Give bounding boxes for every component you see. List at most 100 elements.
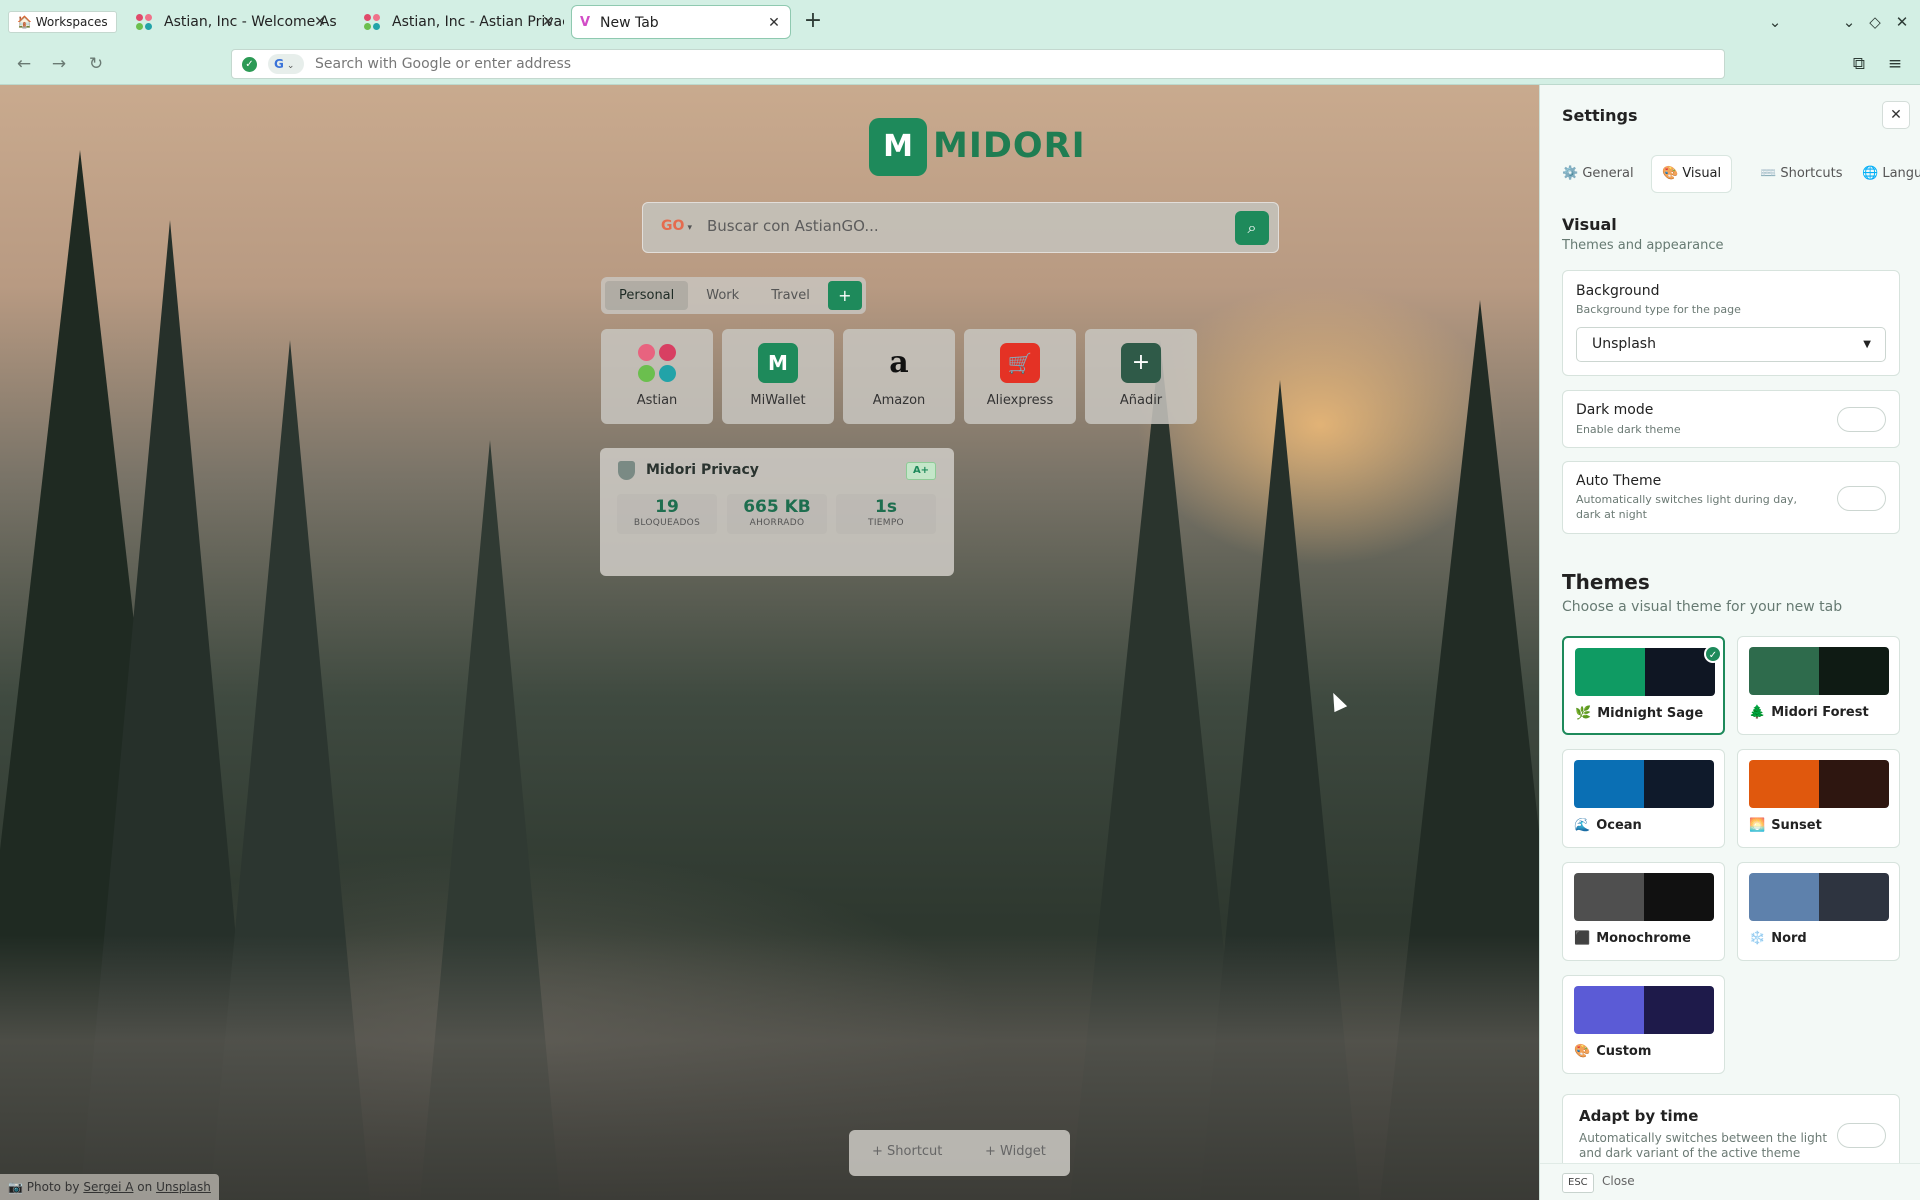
- shield-icon[interactable]: ✓: [242, 57, 257, 72]
- auto-theme-toggle[interactable]: [1837, 486, 1886, 511]
- menu-icon[interactable]: ≡: [1883, 52, 1907, 76]
- tab-personal[interactable]: Personal: [605, 281, 689, 310]
- search-box[interactable]: GO ▾ Buscar con AstianGO... ⌕: [642, 202, 1279, 253]
- add-widget-link[interactable]: + Widget: [985, 1144, 1046, 1159]
- address-bar[interactable]: ✓ G ⌄ Search with Google or enter address: [231, 49, 1725, 79]
- tab-privacy[interactable]: Astian, Inc - Astian Privacy ✕: [344, 5, 564, 39]
- theme-label: Ocean: [1596, 818, 1642, 833]
- theme-label: Sunset: [1771, 818, 1822, 833]
- tab-general[interactable]: ⚙️ General: [1552, 156, 1644, 192]
- stat-blocked: 19 BLOQUEADOS: [617, 494, 717, 534]
- adapt-by-time-setting: Adapt by time Automatically switches bet…: [1562, 1094, 1900, 1174]
- stat-label: AHORRADO: [749, 518, 805, 528]
- swatch-color: [1644, 873, 1714, 921]
- tab-title: New Tab: [600, 15, 659, 31]
- tab-label: Shortcuts: [1780, 166, 1843, 181]
- add-workspace-button[interactable]: +: [827, 281, 862, 310]
- tab-visual[interactable]: 🎨 Visual: [1652, 156, 1732, 192]
- theme-emoji-icon: ❄️: [1749, 931, 1766, 946]
- new-tab-button[interactable]: +: [803, 8, 823, 34]
- minimize-icon[interactable]: ⌄: [1839, 10, 1859, 34]
- close-settings-button[interactable]: ✕: [1882, 101, 1910, 129]
- shortcut-aliexpress[interactable]: 🛒 Aliexpress: [964, 329, 1076, 424]
- tab-title: Astian, Inc - Astian Privacy: [392, 14, 564, 30]
- back-arrow-icon[interactable]: ←: [12, 52, 36, 76]
- search-engine-selector[interactable]: G ⌄: [268, 54, 304, 74]
- search-input[interactable]: Buscar con AstianGO...: [707, 217, 879, 235]
- tab-new-tab[interactable]: V New Tab ✕: [571, 5, 791, 39]
- theme-label: Midori Forest: [1771, 705, 1869, 720]
- tab-work[interactable]: Work: [692, 281, 753, 310]
- theme-name: 🌿 Midnight Sage: [1575, 706, 1703, 721]
- forward-arrow-icon[interactable]: →: [47, 52, 71, 76]
- theme-name: 🎨 Custom: [1574, 1044, 1651, 1059]
- theme-card-ocean[interactable]: 🌊 Ocean: [1562, 749, 1725, 848]
- swatch-color: [1574, 986, 1644, 1034]
- theme-name: 🌅 Sunset: [1749, 818, 1822, 833]
- setting-title: Auto Theme: [1576, 473, 1662, 489]
- theme-card-sunset[interactable]: 🌅 Sunset: [1737, 749, 1900, 848]
- background-select[interactable]: Unsplash ▼: [1576, 327, 1886, 362]
- privacy-grade-badge: A+: [906, 462, 936, 480]
- setting-desc: Enable dark theme: [1576, 423, 1681, 436]
- dark-mode-setting: Dark mode Enable dark theme: [1562, 390, 1900, 448]
- tab-welcome[interactable]: Astian, Inc - Welcome Astian ✕: [116, 5, 336, 39]
- swatch-color: [1819, 647, 1889, 695]
- tab-language[interactable]: 🌐 Langua: [1852, 156, 1920, 192]
- swatch-color: [1574, 760, 1644, 808]
- auto-theme-setting: Auto Theme Automatically switches light …: [1562, 461, 1900, 534]
- shortcut-label: MiWallet: [750, 393, 806, 408]
- palette-icon: 🎨: [1662, 166, 1679, 181]
- theme-swatch: [1749, 873, 1889, 921]
- add-shortcut-button[interactable]: + Añadir: [1085, 329, 1197, 424]
- shortcut-astian[interactable]: Astian: [601, 329, 713, 424]
- section-subtitle: Themes and appearance: [1562, 238, 1724, 253]
- shopping-cart-icon: 🛒: [1000, 343, 1040, 383]
- extensions-icon[interactable]: ⧉: [1847, 52, 1871, 76]
- shortcut-label: Amazon: [872, 393, 926, 408]
- theme-card-monochrome[interactable]: ⬛ Monochrome: [1562, 862, 1725, 961]
- theme-card-midori-forest[interactable]: 🌲 Midori Forest: [1737, 636, 1900, 735]
- tab-travel[interactable]: Travel: [757, 281, 824, 310]
- bottom-action-bar: + Shortcut + Widget: [849, 1130, 1070, 1176]
- search-engine-icon[interactable]: GO ▾: [661, 218, 692, 234]
- tab-title: Astian, Inc - Welcome Astian: [164, 14, 336, 30]
- theme-swatch: [1749, 760, 1889, 808]
- theme-emoji-icon: 🌊: [1574, 818, 1591, 833]
- theme-label: Midnight Sage: [1597, 706, 1704, 721]
- setting-title: Adapt by time: [1579, 1107, 1699, 1125]
- unsplash-link[interactable]: Unsplash: [156, 1180, 211, 1194]
- search-icon[interactable]: ⌕: [1235, 211, 1269, 245]
- amazon-icon: a: [889, 345, 909, 380]
- theme-name: ⬛ Monochrome: [1574, 931, 1691, 946]
- close-tab-icon[interactable]: ✕: [312, 5, 328, 39]
- dark-mode-toggle[interactable]: [1837, 407, 1886, 432]
- add-shortcut-link[interactable]: + Shortcut: [872, 1144, 942, 1159]
- shortcut-amazon[interactable]: a Amazon: [843, 329, 955, 424]
- settings-tabs: ⚙️ General 🎨 Visual ⌨️ Shortcuts 🌐 Langu…: [1552, 156, 1920, 192]
- shortcut-miwallet[interactable]: M MiWallet: [722, 329, 834, 424]
- shield-icon: [618, 461, 635, 480]
- adapt-by-time-toggle[interactable]: [1837, 1123, 1886, 1148]
- tab-list-chevron-icon[interactable]: ⌄: [1765, 10, 1785, 34]
- close-hint[interactable]: Close: [1602, 1174, 1635, 1188]
- workspaces-button[interactable]: 🏠 Workspaces: [8, 11, 117, 33]
- keyboard-icon: ⌨️: [1760, 166, 1777, 181]
- close-tab-icon[interactable]: ✕: [540, 5, 556, 39]
- credit-prefix: 📷 Photo by: [8, 1180, 80, 1194]
- swatch-color: [1575, 648, 1645, 696]
- reload-icon[interactable]: ↻: [84, 52, 108, 76]
- theme-name: 🌲 Midori Forest: [1749, 705, 1869, 720]
- author-link[interactable]: Sergei A: [83, 1180, 133, 1194]
- address-input[interactable]: Search with Google or enter address: [315, 50, 571, 78]
- theme-card-nord[interactable]: ❄️ Nord: [1737, 862, 1900, 961]
- maximize-icon[interactable]: ◇: [1865, 10, 1885, 34]
- close-tab-icon[interactable]: ✕: [766, 6, 782, 38]
- theme-card-midnight-sage[interactable]: 🌿 Midnight Sage ✓: [1562, 636, 1725, 735]
- stat-value: 1s: [875, 497, 897, 517]
- tab-shortcuts[interactable]: ⌨️ Shortcuts: [1750, 156, 1852, 192]
- tab-strip: 🏠 Workspaces Astian, Inc - Welcome Astia…: [0, 0, 1920, 44]
- close-window-icon[interactable]: ✕: [1892, 10, 1912, 34]
- theme-card-custom[interactable]: 🎨 Custom: [1562, 975, 1725, 1074]
- theme-label: Monochrome: [1596, 931, 1691, 946]
